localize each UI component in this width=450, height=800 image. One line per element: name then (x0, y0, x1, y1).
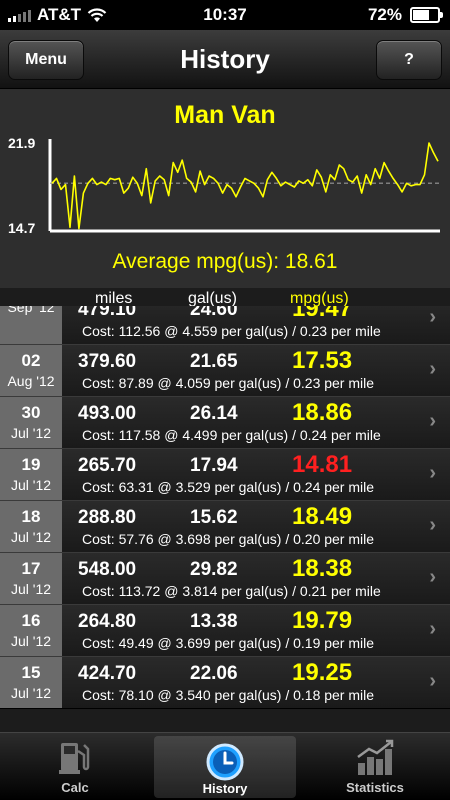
history-row[interactable]: Sep '12 479.10 24.60 19.47 Cost: 112.56 @ 4.… (0, 306, 450, 345)
entry-cost: Cost: 63.31 @ 3.529 per gal(us) / 0.24 p… (82, 479, 375, 495)
mpg-line-chart[interactable] (0, 89, 450, 249)
entry-gallons: 29.82 (190, 559, 238, 580)
chevron-right-icon: › (429, 618, 436, 640)
date-box: 02 Aug '12 (0, 345, 62, 396)
entry-cost: Cost: 113.72 @ 3.814 per gal(us) / 0.21 … (82, 583, 381, 599)
history-row[interactable]: 18 Jul '12 288.80 15.62 18.49 Cost: 57.76 @ 3… (0, 500, 450, 553)
navigation-bar: Menu History ? (0, 30, 450, 89)
chevron-right-icon: › (429, 358, 436, 380)
entry-month: Jul '12 (10, 633, 52, 649)
entry-gallons: 13.38 (190, 611, 238, 632)
entry-day: 02 (21, 351, 41, 370)
history-row[interactable]: 30 Jul '12 493.00 26.14 18.86 Cost: 117.58 @ … (0, 396, 450, 449)
entry-gallons: 17.94 (190, 455, 238, 476)
entry-month: Jul '12 (10, 529, 52, 545)
clock-icon (206, 743, 244, 781)
chevron-right-icon: › (429, 514, 436, 536)
entry-miles: 479.10 (78, 306, 137, 320)
help-button[interactable]: ? (376, 40, 442, 80)
entry-month: Jul '12 (10, 685, 52, 701)
entry-month: Jul '12 (10, 581, 52, 597)
entry-miles: 548.00 (78, 559, 137, 580)
average-mpg: Average mpg(us): 18.61 (112, 250, 338, 273)
date-box: 17 Jul '12 (0, 553, 62, 604)
entry-cost: Cost: 57.76 @ 3.698 per gal(us) / 0.20 p… (82, 531, 375, 547)
tab-statistics-label: Statistics (346, 780, 404, 795)
tab-statistics[interactable]: Statistics (300, 733, 450, 800)
date-box: 16 Jul '12 (0, 605, 62, 656)
entry-gallons: 22.06 (190, 663, 238, 684)
entry-day: 16 (21, 611, 41, 630)
history-list[interactable]: Sep '12 479.10 24.60 19.47 Cost: 112.56 @ 4.… (0, 306, 450, 732)
entry-day: 17 (21, 559, 41, 578)
date-box: 30 Jul '12 (0, 397, 62, 448)
entry-month: Aug '12 (7, 373, 55, 389)
tab-history[interactable]: History (154, 736, 296, 798)
date-box: 18 Jul '12 (0, 501, 62, 552)
entry-day: 15 (21, 663, 41, 682)
fuel-pump-icon (59, 743, 90, 774)
entry-mpg: 19.47 (292, 306, 353, 322)
mpg-series-line (51, 142, 439, 230)
tab-history-label: History (202, 781, 248, 796)
date-box: Sep '12 (0, 306, 62, 344)
entry-day: 30 (21, 403, 41, 422)
status-bar: AT&T 10:37 72% (0, 0, 450, 30)
entry-miles: 288.80 (78, 507, 137, 528)
entry-month: Jul '12 (10, 477, 52, 493)
entry-cost: Cost: 78.10 @ 3.540 per gal(us) / 0.18 p… (82, 687, 375, 703)
entry-day: 18 (21, 507, 41, 526)
entry-gallons: 15.62 (190, 507, 238, 528)
entry-miles: 493.00 (78, 403, 137, 424)
battery-percent: 72% (367, 5, 402, 24)
date-box: 19 Jul '12 (0, 449, 62, 500)
tab-calc[interactable]: Calc (0, 733, 150, 800)
entry-cost: Cost: 112.56 @ 4.559 per gal(us) / 0.23 … (82, 323, 381, 339)
chevron-right-icon: › (429, 462, 436, 484)
history-row[interactable]: 02 Aug '12 379.60 21.65 17.53 Cost: 87.89 @ 4… (0, 344, 450, 397)
entry-miles: 265.70 (78, 455, 137, 476)
entry-month: Sep '12 (7, 306, 55, 315)
entry-gallons: 21.65 (190, 351, 238, 372)
history-row[interactable]: 15 Jul '12 424.70 22.06 19.25 Cost: 78.10 @ 3… (0, 656, 450, 709)
entry-miles: 264.80 (78, 611, 137, 632)
tab-bar: Calc History Statistics (0, 732, 450, 800)
history-row[interactable]: 19 Jul '12 265.70 17.94 14.81 Cost: 63.31 @ 3… (0, 448, 450, 501)
battery-icon (410, 7, 443, 23)
chevron-right-icon: › (429, 410, 436, 432)
entry-cost: Cost: 87.89 @ 4.059 per gal(us) / 0.23 p… (82, 375, 375, 391)
entry-mpg: 17.53 (292, 347, 353, 374)
chevron-right-icon: › (429, 566, 436, 588)
entry-mpg: 18.38 (292, 555, 353, 582)
entry-mpg: 18.49 (292, 503, 353, 530)
entry-gallons: 26.14 (190, 403, 238, 424)
entry-gallons: 24.60 (190, 306, 238, 320)
chevron-right-icon: › (429, 306, 436, 328)
bar-chart-icon (357, 739, 394, 775)
entry-month: Jul '12 (10, 425, 52, 441)
entry-miles: 424.70 (78, 663, 137, 684)
entry-cost: Cost: 49.49 @ 3.699 per gal(us) / 0.19 p… (82, 635, 375, 651)
entry-miles: 379.60 (78, 351, 137, 372)
mpg-graph-panel: Man Van 21.9 14.7 Average mpg(us): 18.61 (0, 89, 450, 288)
entry-mpg: 19.25 (292, 659, 353, 686)
chevron-right-icon: › (429, 670, 436, 692)
entry-mpg: 18.86 (292, 399, 353, 426)
entry-cost: Cost: 117.58 @ 4.499 per gal(us) / 0.24 … (82, 427, 381, 443)
history-row[interactable]: 17 Jul '12 548.00 29.82 18.38 Cost: 113.72 @ … (0, 552, 450, 605)
status-right: 72% (367, 5, 443, 25)
history-row[interactable]: 16 Jul '12 264.80 13.38 19.79 Cost: 49.49 @ 3… (0, 604, 450, 657)
entry-mpg: 19.79 (292, 607, 353, 634)
date-box: 15 Jul '12 (0, 657, 62, 708)
entry-day: 19 (21, 455, 41, 474)
battery-fill (413, 10, 429, 20)
tab-calc-label: Calc (61, 780, 89, 795)
entry-mpg: 14.81 (292, 451, 353, 478)
